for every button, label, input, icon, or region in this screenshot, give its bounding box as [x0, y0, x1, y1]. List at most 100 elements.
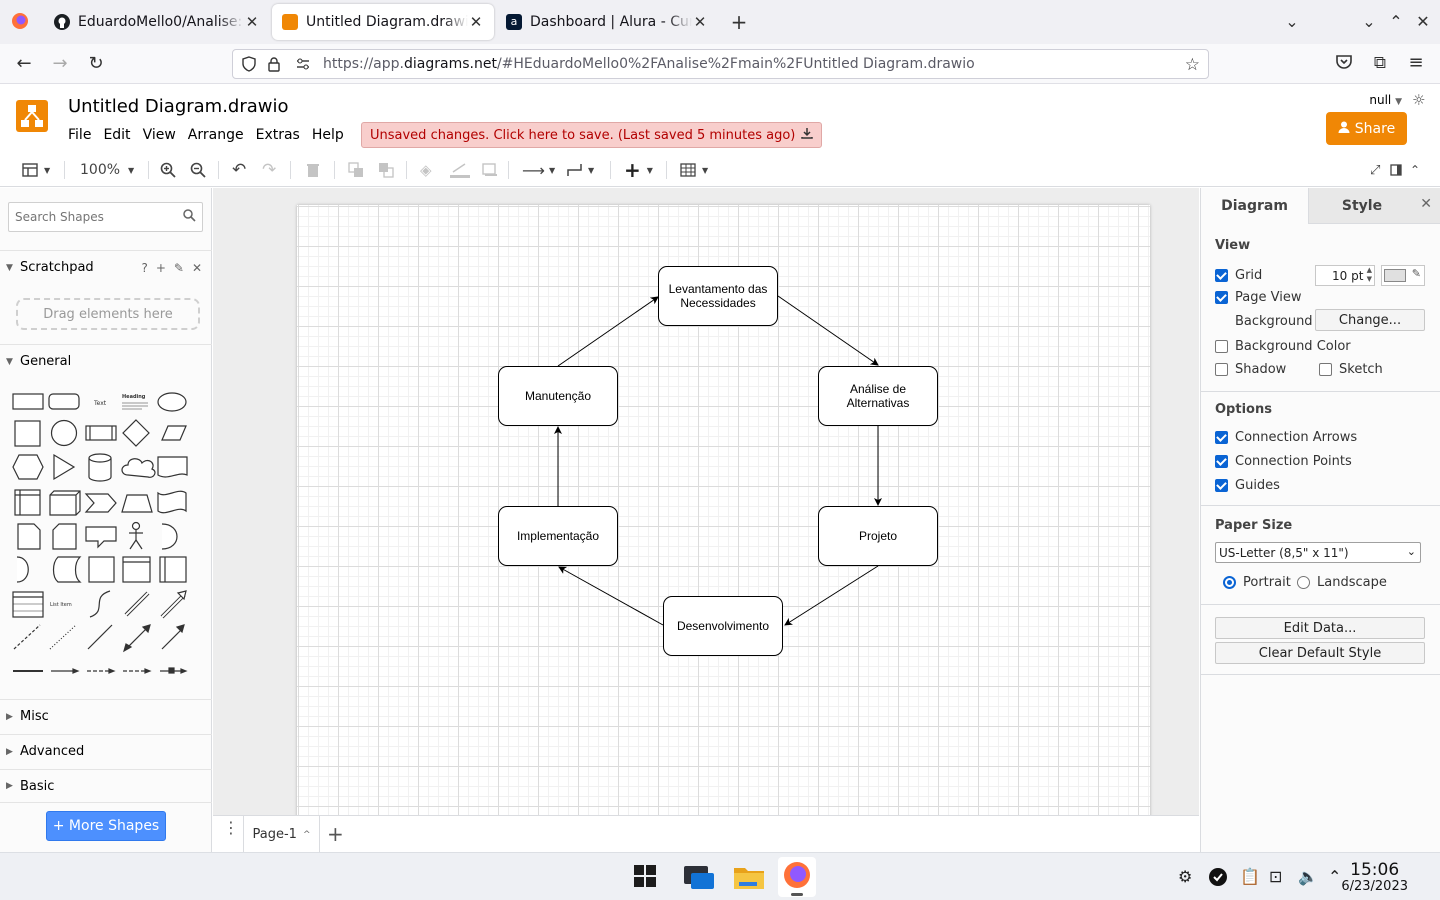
add-icon[interactable]: +	[156, 261, 166, 275]
stored-data-shape-icon[interactable]	[52, 556, 82, 583]
background-color-row[interactable]: Background Color	[1215, 339, 1351, 354]
background-color-checkbox[interactable]	[1215, 340, 1228, 353]
paper-size-select[interactable]: US-Letter (8,5" x 11") ⌄	[1215, 542, 1421, 563]
page-view-checkbox-row[interactable]: Page View	[1215, 290, 1301, 305]
card-shape-icon[interactable]	[52, 523, 77, 550]
step-shape-icon[interactable]	[84, 493, 117, 513]
user-menu[interactable]: null ▼	[1369, 93, 1402, 107]
window-close-icon[interactable]: ✕	[1414, 12, 1432, 31]
node-projeto[interactable]: Projeto	[818, 506, 938, 566]
edge-manutencao-levantamento[interactable]	[557, 296, 659, 367]
panel-layout-button[interactable]: ▼	[22, 159, 50, 181]
list-item-shape-icon[interactable]: List Item	[50, 602, 72, 608]
diamond-shape-icon[interactable]	[122, 419, 150, 447]
callout-shape-icon[interactable]	[85, 526, 117, 549]
directional-connector-shape-icon[interactable]	[161, 624, 185, 650]
shadow-icon[interactable]	[482, 159, 498, 181]
document-shape-icon[interactable]	[157, 456, 188, 478]
delay-shape-icon[interactable]	[16, 556, 29, 583]
browser-tab-github[interactable]: EduardoMello0/Analise: Ap ✕	[44, 4, 270, 40]
grid-checkbox[interactable]	[1215, 269, 1228, 282]
square-shape-icon[interactable]	[14, 420, 41, 447]
diagram-page[interactable]: Levantamento das Necessidades Análise de…	[297, 205, 1150, 815]
tray-volume-icon[interactable]: 🔈	[1298, 867, 1318, 886]
forward-arrow-icon[interactable]: →	[50, 53, 70, 74]
node-implementacao[interactable]: Implementação	[498, 506, 618, 566]
arrow-shape-icon[interactable]	[160, 590, 187, 619]
edit-pencil-icon[interactable]: ✎	[174, 261, 184, 275]
tray-network-icon[interactable]: ⊡	[1269, 867, 1282, 886]
cloud-shape-icon[interactable]	[121, 458, 156, 478]
tray-bluetooth-icon[interactable]: ⚙	[1178, 867, 1192, 886]
tray-check-icon[interactable]	[1209, 868, 1227, 890]
pages-menu-icon[interactable]: ⋮	[223, 820, 239, 836]
zoom-in-icon[interactable]	[160, 159, 176, 181]
zoom-dropdown[interactable]: 100% ▼	[80, 159, 134, 181]
collapse-chevron-icon[interactable]: ⌃	[1410, 159, 1420, 181]
to-front-icon[interactable]	[348, 159, 364, 181]
container-shape-icon[interactable]	[88, 556, 115, 583]
help-icon[interactable]: ?	[141, 261, 147, 275]
landscape-radio-row[interactable]: Landscape	[1297, 575, 1387, 590]
menu-arrange[interactable]: Arrange	[188, 125, 251, 145]
trapezoid-shape-icon[interactable]	[121, 494, 153, 513]
tray-overflow-chevron-icon[interactable]: ⌃	[1328, 867, 1341, 886]
clear-default-style-button[interactable]: Clear Default Style	[1215, 642, 1425, 664]
url-bar[interactable]: https://app.diagrams.net/#HEduardoMello0…	[232, 49, 1209, 79]
bidirectional-connector-shape-icon[interactable]	[123, 624, 151, 653]
portrait-radio-row[interactable]: Portrait	[1223, 575, 1291, 590]
connection-style-button[interactable]: ⟶ ▼	[522, 159, 555, 181]
connector-two-labels-shape-icon[interactable]	[87, 668, 116, 674]
text-shape-icon[interactable]: Text	[93, 400, 107, 407]
file-manager-icon[interactable]	[683, 863, 714, 891]
format-panel-toggle-icon[interactable]	[1390, 159, 1402, 181]
firefox-taskbar-icon[interactable]	[778, 857, 816, 897]
edge-desenvolvimento-implementacao[interactable]	[558, 566, 664, 626]
connection-arrows-checkbox[interactable]	[1215, 431, 1228, 444]
url-text[interactable]: https://app.diagrams.net/#HEduardoMello0…	[323, 56, 975, 72]
change-background-button[interactable]: Change...	[1315, 309, 1425, 331]
tab-close-icon[interactable]: ✕	[692, 13, 708, 31]
connection-points-row[interactable]: Connection Points	[1215, 454, 1352, 469]
undo-icon[interactable]: ↶	[232, 159, 246, 181]
back-arrow-icon[interactable]: ←	[14, 53, 34, 74]
close-icon[interactable]: ✕	[1420, 196, 1432, 212]
tab-diagram[interactable]: Diagram	[1201, 188, 1308, 224]
shadow-row[interactable]: Shadow	[1215, 362, 1286, 377]
page-tab-page-1[interactable]: Page-1 ^	[243, 816, 320, 853]
connector-three-labels-shape-icon[interactable]	[123, 668, 152, 674]
new-tab-plus-icon[interactable]: +	[728, 10, 750, 34]
scratchpad-section[interactable]: ▼ Scratchpad ? + ✎ ✕	[0, 250, 212, 284]
redo-icon[interactable]: ↷	[262, 159, 276, 181]
shadow-checkbox[interactable]	[1215, 363, 1228, 376]
or-shape-icon[interactable]	[161, 523, 178, 550]
general-section[interactable]: ▼ General	[0, 344, 212, 378]
edge-projeto-desenvolvimento[interactable]	[784, 565, 879, 626]
node-desenvolvimento[interactable]: Desenvolvimento	[663, 596, 783, 656]
menu-extras[interactable]: Extras	[256, 125, 307, 145]
menu-help[interactable]: Help	[312, 125, 351, 145]
connector-symbol-shape-icon[interactable]	[160, 667, 188, 674]
tab-style[interactable]: Style	[1308, 188, 1415, 224]
tab-close-icon[interactable]: ✕	[468, 13, 484, 31]
tray-clipboard-icon[interactable]: 📋	[1240, 867, 1260, 886]
dashed-line-shape-icon[interactable]	[13, 624, 41, 650]
browser-tab-alura[interactable]: a Dashboard | Alura - Cursos ✕	[496, 4, 718, 40]
misc-section[interactable]: ▶ Misc	[0, 699, 212, 733]
add-page-plus-icon[interactable]: +	[327, 822, 344, 846]
node-analise[interactable]: Análise de Alternativas	[818, 366, 938, 426]
lock-icon[interactable]	[267, 56, 281, 76]
grid-size-stepper[interactable]: 10 pt ▲ ▼	[1315, 265, 1375, 286]
start-menu-icon[interactable]	[632, 863, 662, 891]
bidirectional-arrow-shape-icon[interactable]	[124, 591, 150, 617]
internal-storage-shape-icon[interactable]	[14, 489, 41, 516]
bookmark-star-icon[interactable]: ☆	[1185, 55, 1200, 75]
reload-icon[interactable]: ↻	[86, 53, 106, 74]
node-levantamento[interactable]: Levantamento das Necessidades	[658, 266, 778, 326]
list-tabs-chevron-icon[interactable]: ⌄	[1282, 12, 1302, 31]
fill-color-icon[interactable]: ◈	[420, 159, 432, 181]
ellipse-shape-icon[interactable]	[157, 392, 187, 412]
menu-file[interactable]: File	[68, 125, 98, 145]
browser-tab-drawio[interactable]: Untitled Diagram.drawio - ✕	[272, 4, 494, 40]
vertical-swimlane-shape-icon[interactable]	[159, 556, 187, 583]
